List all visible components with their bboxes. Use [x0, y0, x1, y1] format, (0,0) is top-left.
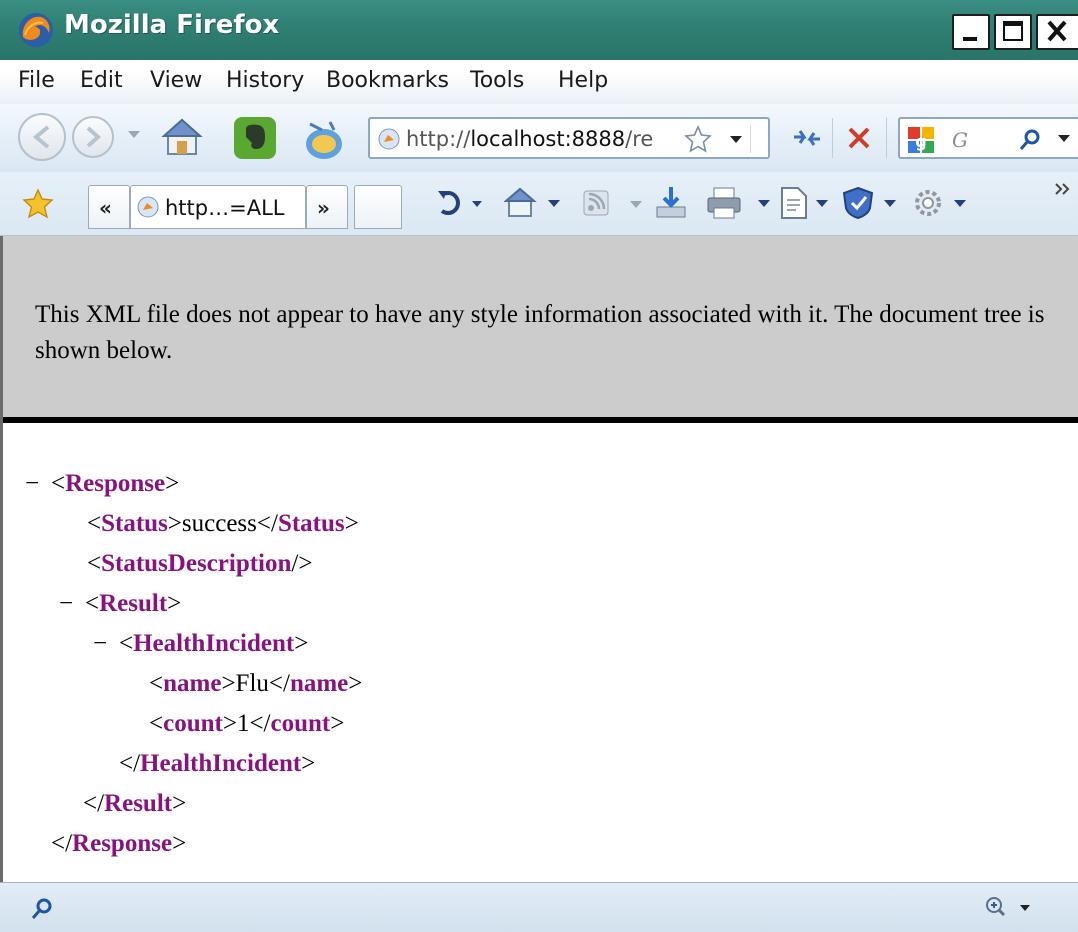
address-bar[interactable]: http://localhost:8888/re: [368, 117, 770, 159]
search-dropdown-icon[interactable]: [1058, 135, 1070, 143]
search-bar[interactable]: g G: [898, 117, 1078, 159]
stop-icon[interactable]: [846, 125, 872, 151]
url-dropdown-icon[interactable]: [730, 136, 742, 144]
title-bar: Mozilla Firefox: [0, 0, 1078, 60]
close-button[interactable]: [1036, 14, 1078, 50]
menu-edit[interactable]: Edit: [78, 68, 125, 93]
search-engine-hint: G: [952, 128, 968, 152]
menu-tools[interactable]: Tools: [468, 68, 526, 93]
home-icon[interactable]: [504, 186, 562, 220]
tab-scroll-left-button[interactable]: «: [88, 185, 130, 229]
bookmarks-star-icon[interactable]: [22, 188, 54, 220]
page-content: This XML file does not appear to have an…: [0, 236, 1078, 882]
address-divider: [750, 125, 751, 153]
tab-active[interactable]: http…=ALL: [130, 185, 306, 229]
browser-window: Mozilla Firefox File Edit View History B…: [0, 0, 1078, 932]
zoom-icon[interactable]: [984, 895, 1034, 921]
firefox-logo-icon: [19, 13, 53, 47]
print-icon[interactable]: [706, 186, 772, 220]
xml-line: <Status>success</Status>: [87, 510, 359, 537]
tab-favicon-icon: [137, 196, 159, 218]
page-favicon-icon: [378, 128, 400, 150]
collapse-toggle[interactable]: −: [25, 469, 51, 499]
search-icon[interactable]: [1018, 128, 1042, 152]
xml-line: − <HealthIncident>: [93, 629, 309, 659]
bookmark-star-icon[interactable]: [684, 125, 712, 153]
menu-bar: File Edit View History Bookmarks Tools H…: [0, 60, 1078, 104]
tab-toolbar: « http…=ALL »: [0, 172, 1078, 236]
minimize-icon: [963, 37, 977, 41]
xml-line: − <Response>: [25, 469, 180, 499]
safety-icon[interactable]: [842, 186, 900, 220]
xml-line: <name>Flu</name>: [149, 670, 363, 697]
collapse-toggle[interactable]: −: [59, 589, 85, 619]
google-icon: g: [908, 127, 934, 153]
download-icon[interactable]: [654, 185, 688, 221]
xml-line: </Response>: [51, 830, 187, 857]
xml-notice-text: This XML file does not appear to have an…: [35, 301, 1045, 364]
xml-line: </HealthIncident>: [119, 750, 316, 777]
status-search-icon[interactable]: [30, 897, 54, 921]
minimize-button[interactable]: [952, 14, 990, 50]
back-button[interactable]: [18, 113, 66, 161]
reload-icon[interactable]: [790, 123, 824, 153]
refresh-icon[interactable]: [436, 189, 484, 219]
xml-line: − <Result>: [59, 589, 182, 619]
close-icon: [1047, 20, 1067, 42]
xml-line: </Result>: [83, 790, 187, 817]
address-url: http://localhost:8888/re: [406, 127, 654, 151]
home-icon[interactable]: [160, 116, 204, 160]
back-icon: [32, 125, 50, 149]
tab-scroll-right-label: »: [317, 196, 330, 220]
menu-view[interactable]: View: [148, 68, 204, 93]
tab-scroll-right-button[interactable]: »: [306, 185, 348, 229]
collapse-toggle[interactable]: −: [93, 629, 119, 659]
toolbar-divider: [886, 118, 887, 158]
status-bar: [0, 882, 1078, 932]
history-dropdown-icon[interactable]: [128, 131, 140, 139]
tab-title: http…=ALL: [165, 196, 285, 220]
evernote-icon[interactable]: [232, 115, 278, 161]
menu-help[interactable]: Help: [556, 68, 610, 93]
menu-bookmarks[interactable]: Bookmarks: [324, 68, 451, 93]
forward-icon: [86, 126, 101, 148]
xml-line: <count>1</count>: [149, 710, 345, 737]
xml-line: <StatusDescription/>: [87, 550, 313, 577]
rss-icon[interactable]: [582, 187, 644, 219]
settings-gear-icon[interactable]: [912, 186, 970, 220]
blog-icon[interactable]: [300, 114, 348, 162]
tab-scroll-left-label: «: [99, 196, 112, 220]
page-icon[interactable]: [778, 186, 830, 220]
new-tab-button[interactable]: [354, 185, 402, 229]
maximize-icon: [1003, 21, 1023, 41]
menu-file[interactable]: File: [16, 68, 57, 93]
toolbar-divider: [832, 118, 833, 158]
maximize-button[interactable]: [994, 14, 1032, 50]
menu-history[interactable]: History: [224, 68, 306, 93]
window-title: Mozilla Firefox: [64, 10, 280, 40]
svg-text:g: g: [915, 132, 926, 151]
xml-style-notice: This XML file does not appear to have an…: [3, 236, 1078, 423]
toolbar-overflow-icon[interactable]: [1054, 182, 1072, 196]
navigation-toolbar: http://localhost:8888/re g G: [0, 104, 1078, 172]
forward-button[interactable]: [72, 116, 114, 158]
